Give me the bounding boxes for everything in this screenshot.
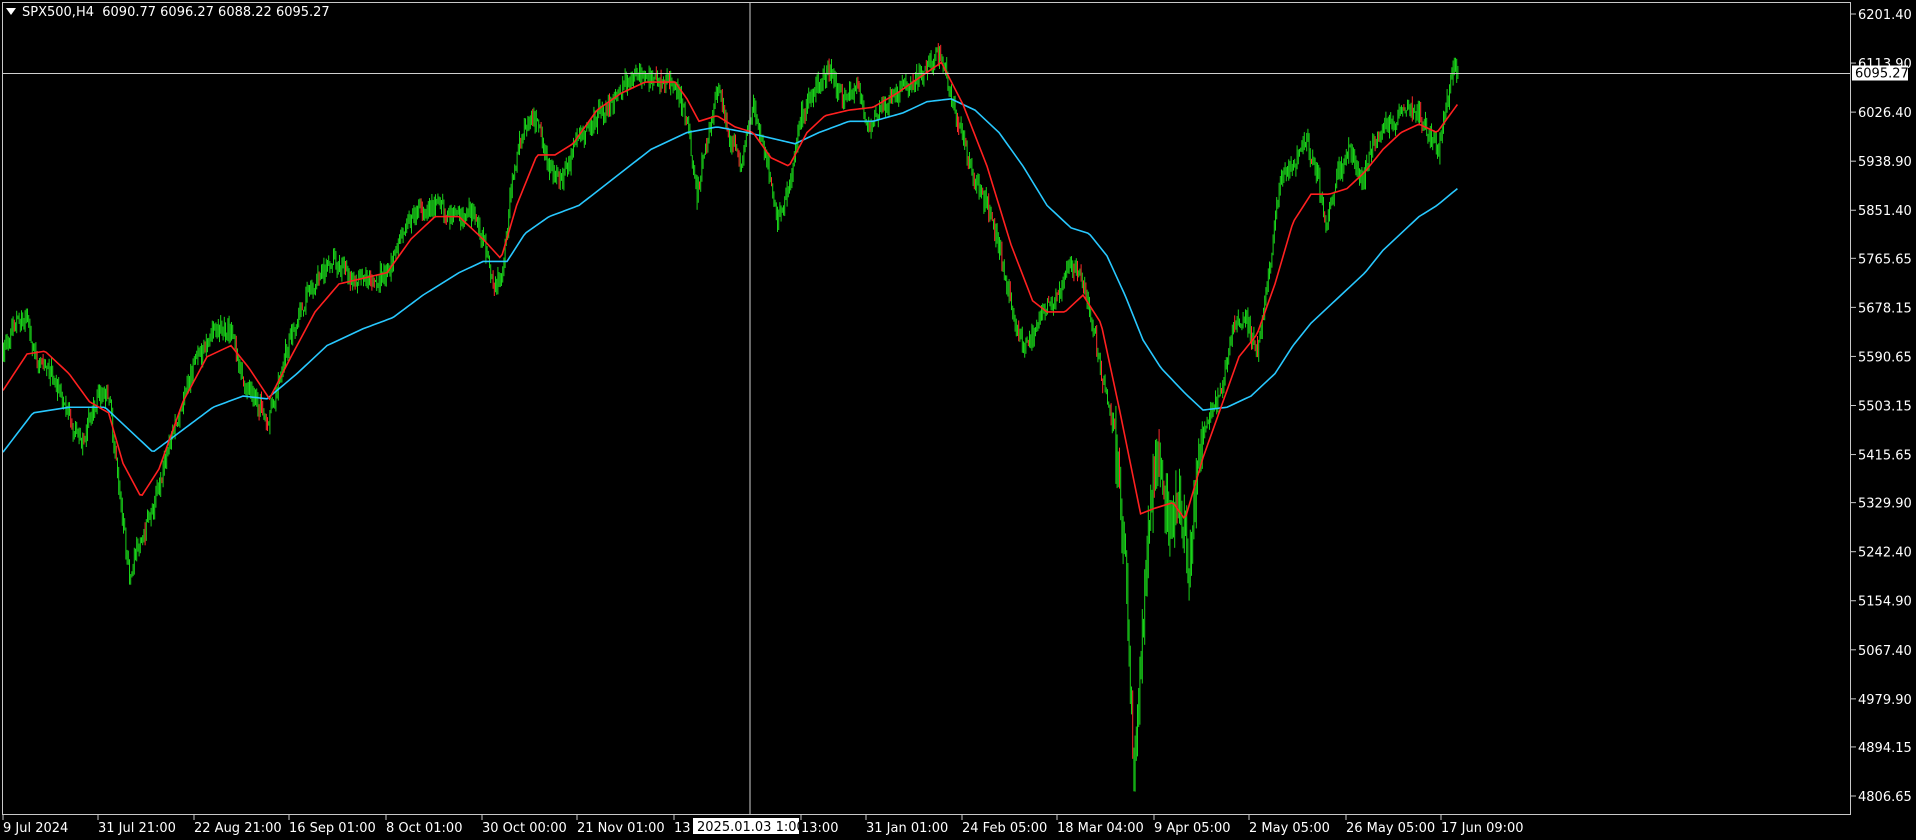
y-tick-label: 4894.15: [1858, 741, 1912, 756]
price-tag-text: 6095.27: [1855, 67, 1909, 82]
y-tick-label: 5503.15: [1858, 399, 1912, 414]
x-tick-label: 9 Apr 05:00: [1154, 821, 1231, 836]
current-price-tag: 6095.27: [1852, 65, 1909, 82]
crosshair-time-tag: 2025.01.03 1:00: [693, 818, 805, 835]
x-tick-label: 31 Jul 21:00: [98, 821, 176, 836]
dropdown-triangle-icon[interactable]: [6, 8, 16, 15]
y-tick-label: 5154.90: [1858, 595, 1912, 610]
y-tick-label: 5329.90: [1858, 497, 1912, 512]
y-tick-label: 4979.90: [1858, 693, 1912, 708]
x-tick-label: 16 Sep 01:00: [289, 821, 376, 836]
y-tick-label: 5678.15: [1858, 301, 1912, 316]
y-tick-label: 5415.65: [1858, 449, 1912, 464]
time-tag-text: 2025.01.03 1:00: [697, 820, 805, 835]
x-tick-label: 31 Jan 01:00: [866, 821, 948, 836]
x-tick-label: 21 Nov 01:00: [577, 821, 665, 836]
chart-header: SPX500,H4 6090.77 6096.27 6088.22 6095.2…: [6, 5, 330, 20]
y-tick-label: 5938.90: [1858, 155, 1912, 170]
y-tick-label: 5765.65: [1858, 252, 1912, 267]
y-tick-label: 5067.40: [1858, 644, 1912, 659]
x-tick-label: 8 Oct 01:00: [386, 821, 462, 836]
y-tick-label: 6201.40: [1858, 8, 1912, 23]
y-tick-label: 5851.40: [1858, 204, 1912, 219]
y-tick-label: 5590.65: [1858, 350, 1912, 365]
x-tick-label: 22 Aug 21:00: [194, 821, 282, 836]
y-tick-label: 5242.40: [1858, 546, 1912, 561]
x-tick-label: 13:00: [801, 821, 838, 836]
y-tick-label: 6026.40: [1858, 106, 1912, 121]
x-tick-label: 30 Oct 00:00: [482, 821, 567, 836]
y-tick-label: 4806.65: [1858, 790, 1912, 805]
x-tick-label: 9 Jul 2024: [3, 821, 68, 836]
ohlc-values: 6090.77 6096.27 6088.22 6095.27: [102, 5, 330, 20]
x-tick-label: 24 Feb 05:00: [962, 821, 1047, 836]
price-chart[interactable]: 6201.406113.906026.405938.905851.405765.…: [0, 0, 1916, 840]
x-tick-label: 26 May 05:00: [1346, 821, 1435, 836]
symbol-label: SPX500,H4: [22, 5, 94, 20]
x-tick-label: 17 Jun 09:00: [1441, 821, 1524, 836]
x-tick-label: 2 May 05:00: [1249, 821, 1330, 836]
x-tick-label: 18 Mar 04:00: [1057, 821, 1144, 836]
